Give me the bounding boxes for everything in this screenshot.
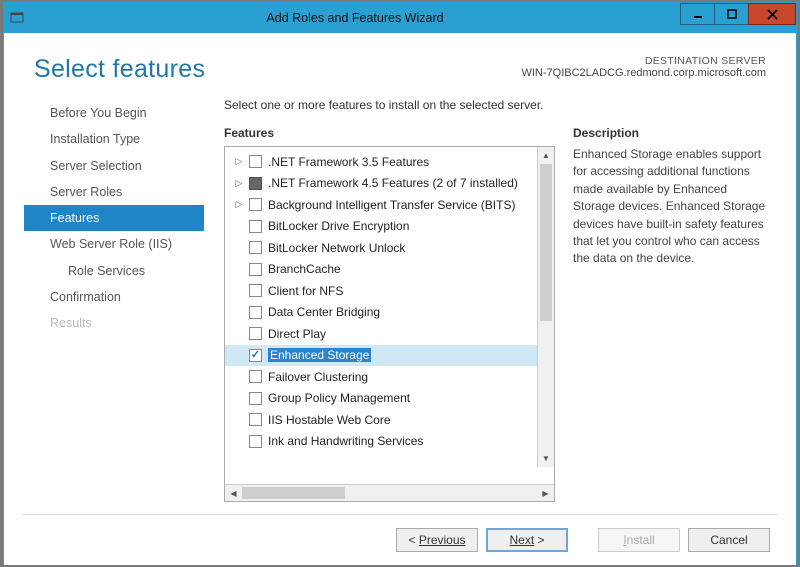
previous-button[interactable]: < Previous [396,528,478,552]
scroll-thumb-h[interactable] [242,487,345,499]
feature-label: BitLocker Network Unlock [268,241,405,255]
scroll-up-button[interactable]: ▲ [538,147,554,164]
feature-row[interactable]: IIS Hostable Web Core [225,409,554,431]
feature-label: Ink and Handwriting Services [268,434,423,448]
maximize-button[interactable] [714,3,748,25]
feature-checkbox[interactable] [249,220,262,233]
features-column: Features ▷ .NET Framework 3.5 Features ▷ .N… [224,126,555,502]
feature-row[interactable]: BitLocker Network Unlock [225,237,554,259]
feature-checkbox[interactable] [249,349,262,362]
nav-step-results: Results [24,310,204,336]
feature-checkbox[interactable] [249,263,262,276]
feature-row[interactable]: Enhanced Storage [225,345,554,367]
feature-label: .NET Framework 3.5 Features [268,155,429,169]
window-buttons [680,3,796,33]
window-title: Add Roles and Features Wizard [30,11,680,25]
nav-step-features[interactable]: Features [24,205,204,231]
destination-info: DESTINATION SERVER WIN-7QIBC2LADCG.redmo… [521,55,766,79]
description-column: Description Enhanced Storage enables sup… [573,126,768,502]
feature-label: Data Center Bridging [268,305,380,319]
feature-checkbox[interactable] [249,155,262,168]
expander-icon[interactable]: ▷ [233,199,245,210]
feature-row[interactable]: BranchCache [225,259,554,281]
scroll-down-button[interactable]: ▼ [538,450,554,467]
destination-label: DESTINATION SERVER [521,55,766,67]
destination-server: WIN-7QIBC2LADCG.redmond.corp.microsoft.c… [521,67,766,79]
feature-checkbox[interactable] [249,327,262,340]
scroll-track[interactable] [538,164,554,450]
title-bar: Add Roles and Features Wizard [4,3,796,33]
nav-step-server-roles[interactable]: Server Roles [24,179,204,205]
expander-icon[interactable]: ▷ [233,156,245,167]
feature-checkbox[interactable] [249,177,262,190]
feature-checkbox[interactable] [249,306,262,319]
install-label: nstall [627,533,655,547]
feature-checkbox[interactable] [249,392,262,405]
close-button[interactable] [748,3,796,25]
feature-label: .NET Framework 4.5 Features (2 of 7 inst… [268,176,518,190]
nav-step-web-server-role-iis-[interactable]: Web Server Role (IIS) [24,231,204,257]
features-listbox: ▷ .NET Framework 3.5 Features ▷ .NET Framew… [224,146,555,502]
feature-checkbox[interactable] [249,435,262,448]
features-label: Features [224,126,555,140]
feature-label: Failover Clustering [268,370,368,384]
feature-label: BranchCache [268,262,341,276]
feature-row[interactable]: ▷ .NET Framework 3.5 Features [225,151,554,173]
nav-step-server-selection[interactable]: Server Selection [24,153,204,179]
nav-step-confirmation[interactable]: Confirmation [24,284,204,310]
main-panel: Select one or more features to install o… [204,94,768,502]
feature-row[interactable]: Ink and Handwriting Services [225,431,554,453]
expander-icon[interactable]: ▷ [233,178,245,189]
feature-row[interactable]: ▷ Background Intelligent Transfer Service… [225,194,554,216]
feature-checkbox[interactable] [249,370,262,383]
minimize-button[interactable] [680,3,714,25]
page-title: Select features [34,55,205,84]
feature-checkbox[interactable] [249,198,262,211]
wizard-header: Select features DESTINATION SERVER WIN-7… [4,33,796,94]
instruction-text: Select one or more features to install o… [224,98,768,112]
scroll-right-button[interactable]: ▶ [537,485,554,501]
feature-label: Group Policy Management [268,391,410,405]
scroll-thumb[interactable] [540,164,552,321]
feature-row[interactable]: BitLocker Drive Encryption [225,216,554,238]
features-rows: ▷ .NET Framework 3.5 Features ▷ .NET Framew… [225,147,554,484]
feature-label: BitLocker Drive Encryption [268,219,409,233]
feature-label: Client for NFS [268,284,343,298]
scroll-track-h[interactable] [242,485,537,501]
content-columns: Features ▷ .NET Framework 3.5 Features ▷ .N… [224,126,768,502]
feature-label: Direct Play [268,327,326,341]
wizard-body: Before You BeginInstallation TypeServer … [4,94,796,514]
cancel-button[interactable]: Cancel [688,528,770,552]
feature-checkbox[interactable] [249,413,262,426]
description-text: Enhanced Storage enables support for acc… [573,146,768,268]
next-button[interactable]: Next > [486,528,568,552]
horizontal-scrollbar[interactable]: ◀ ▶ [225,484,554,501]
nav-step-installation-type[interactable]: Installation Type [24,126,204,152]
feature-label: IIS Hostable Web Core [268,413,391,427]
feature-row[interactable]: Client for NFS [225,280,554,302]
install-button[interactable]: Install [598,528,680,552]
scroll-left-button[interactable]: ◀ [225,485,242,501]
nav-step-role-services[interactable]: Role Services [24,258,204,284]
feature-label: Enhanced Storage [268,348,371,362]
description-label: Description [573,126,768,140]
nav-step-before-you-begin[interactable]: Before You Begin [24,100,204,126]
feature-row[interactable]: Data Center Bridging [225,302,554,324]
feature-row[interactable]: Direct Play [225,323,554,345]
vertical-scrollbar[interactable]: ▲ ▼ [537,147,554,467]
feature-checkbox[interactable] [249,284,262,297]
features-list-viewport: ▷ .NET Framework 3.5 Features ▷ .NET Framew… [225,147,554,484]
nav-steps: Before You BeginInstallation TypeServer … [24,94,204,502]
feature-label: Background Intelligent Transfer Service … [268,198,515,212]
wizard-window: Add Roles and Features Wizard Select fea… [3,2,797,565]
feature-checkbox[interactable] [249,241,262,254]
feature-row[interactable]: Failover Clustering [225,366,554,388]
wizard-footer: < Previous Next > Install Cancel [4,515,796,565]
feature-row[interactable]: ▷ .NET Framework 4.5 Features (2 of 7 ins… [225,173,554,195]
app-icon [4,11,30,25]
feature-row[interactable]: Group Policy Management [225,388,554,410]
